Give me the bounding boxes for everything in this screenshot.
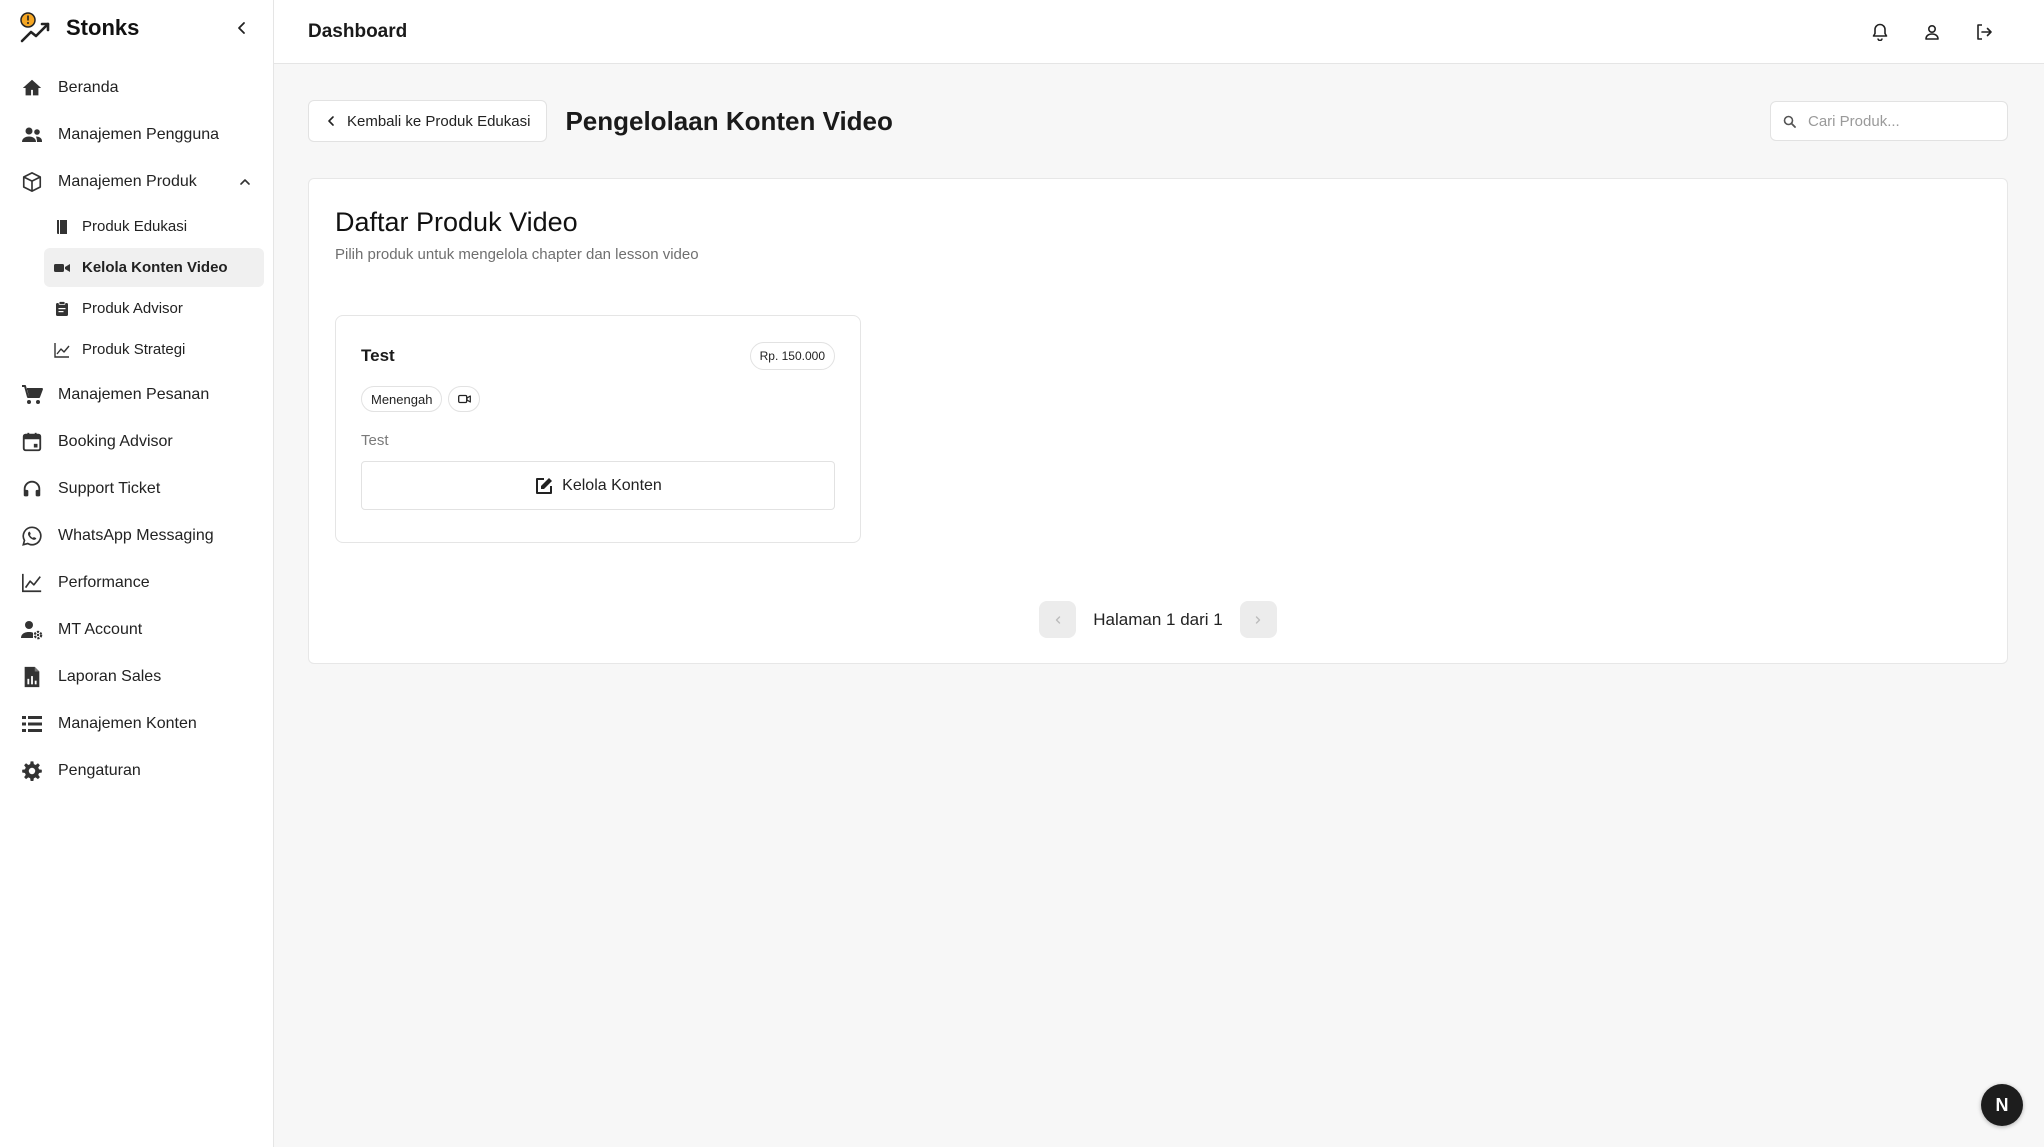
sidebar-item-manajemen-pengguna[interactable]: Manajemen Pengguna	[0, 111, 273, 158]
sidebar-subitem-label: Kelola Konten Video	[82, 259, 228, 276]
panel-subtitle: Pilih produk untuk mengelola chapter dan…	[335, 246, 699, 263]
sidebar-item-performance[interactable]: Performance	[0, 559, 273, 606]
previous-page-button[interactable]	[1039, 601, 1077, 638]
sidebar-item-support-ticket[interactable]: Support Ticket	[0, 465, 273, 512]
profile-button[interactable]	[1906, 12, 1958, 52]
calendar-icon	[20, 430, 44, 454]
panel-title: Daftar Produk Video	[335, 207, 578, 237]
sidebar-item-label: WhatsApp Messaging	[58, 526, 214, 544]
sidebar-subitem-kelola-konten-video[interactable]: Kelola Konten Video	[44, 248, 264, 287]
sidebar-subitem-produk-strategi[interactable]: Produk Strategi	[44, 330, 264, 369]
chevron-left-icon	[238, 22, 245, 34]
notification-button[interactable]	[1854, 12, 1906, 52]
sidebar-subitem-label: Produk Strategi	[82, 341, 186, 358]
sidebar-item-label: Laporan Sales	[58, 667, 162, 685]
user-icon	[1925, 24, 1939, 40]
sidebar-subitem-produk-advisor[interactable]: Produk Advisor	[44, 289, 264, 328]
chevron-right-icon	[1256, 615, 1261, 624]
chevron-left-icon	[1055, 615, 1060, 624]
cart-icon	[20, 383, 44, 407]
chevron-up-icon	[240, 178, 250, 185]
sidebar-item-manajemen-konten[interactable]: Manajemen Konten	[0, 700, 273, 747]
report-icon	[20, 665, 44, 689]
stonks-logo-icon	[20, 12, 50, 43]
page-title: Pengelolaan Konten Video	[565, 105, 893, 136]
list-icon	[20, 712, 44, 736]
video-type-badge	[448, 386, 481, 412]
search-input[interactable]	[1808, 112, 1995, 130]
chevron-left-icon	[325, 114, 339, 128]
sidebar-subitem-label: Produk Edukasi	[82, 218, 188, 235]
brand: Stonks	[0, 0, 273, 56]
sidebar-item-label: Manajemen Pengguna	[58, 125, 220, 143]
edit-icon	[534, 475, 556, 497]
sidebar-item-manajemen-produk[interactable]: Manajemen Produk	[0, 158, 273, 205]
sidebar-item-laporan-sales[interactable]: Laporan Sales	[0, 653, 273, 700]
next-dev-indicator-button[interactable]: N	[1981, 1084, 2023, 1126]
pagination: Halaman 1 dari 1	[309, 601, 2007, 638]
collapse-sidebar-button[interactable]	[229, 15, 255, 41]
next-page-button[interactable]	[1239, 601, 1277, 638]
sidebar-item-label: Support Ticket	[58, 479, 161, 497]
whatsapp-icon	[20, 524, 44, 548]
logout-button[interactable]	[1958, 12, 2010, 52]
sidebar-item-label: Beranda	[58, 78, 119, 96]
search-box	[1770, 101, 2008, 141]
sidebar-item-label: Manajemen Pesanan	[58, 385, 210, 403]
search-icon	[1783, 114, 1796, 128]
sidebar-item-manajemen-pesanan[interactable]: Manajemen Pesanan	[0, 371, 273, 418]
product-card: Test Rp. 150.000 Menengah Test Kelola Ko…	[335, 315, 861, 543]
header-title: Dashboard	[308, 20, 408, 42]
box-icon	[20, 170, 44, 194]
sidebar-item-label: Manajemen Produk	[58, 172, 197, 190]
product-description: Test	[361, 432, 389, 449]
video-product-panel: Daftar Produk Video Pilih produk untuk m…	[308, 178, 2008, 664]
bell-icon	[1872, 23, 1888, 41]
sidebar-item-label: Booking Advisor	[58, 432, 173, 450]
sidebar-item-label: MT Account	[58, 620, 143, 638]
sidebar-nav: Beranda Manajemen Pengguna Manajemen Pro…	[0, 56, 273, 794]
back-to-produk-edukasi-button[interactable]: Kembali ke Produk Edukasi	[308, 100, 548, 142]
chart-line-icon	[20, 571, 44, 595]
sidebar-item-beranda[interactable]: Beranda	[0, 64, 273, 111]
sidebar-subitem-produk-edukasi[interactable]: Produk Edukasi	[44, 207, 264, 246]
brand-name: Stonks	[66, 15, 140, 40]
product-name: Test	[361, 346, 395, 365]
sidebar-item-label: Performance	[58, 573, 150, 591]
sidebar-item-label: Manajemen Konten	[58, 714, 197, 732]
user-cog-icon	[20, 618, 44, 642]
level-badge: Menengah	[361, 386, 443, 412]
top-header: Dashboard	[274, 0, 2044, 64]
sidebar: Stonks Beranda Manajemen Pengguna Manaje…	[0, 0, 274, 1147]
sidebar-subitem-label: Produk Advisor	[82, 300, 183, 317]
sidebar-item-booking-advisor[interactable]: Booking Advisor	[0, 418, 273, 465]
headset-icon	[20, 477, 44, 501]
gear-icon	[20, 759, 44, 783]
back-button-label: Kembali ke Produk Edukasi	[347, 112, 531, 130]
clipboard-icon	[54, 300, 70, 317]
book-icon	[54, 219, 70, 235]
pagination-text: Halaman 1 dari 1	[1093, 609, 1223, 629]
video-icon	[54, 260, 70, 276]
sidebar-item-label: Pengaturan	[58, 761, 141, 779]
kelola-konten-label: Kelola Konten	[562, 476, 662, 494]
price-badge: Rp. 150.000	[749, 342, 835, 370]
home-icon	[20, 76, 44, 100]
video-icon	[458, 394, 471, 404]
product-tags: Menengah	[361, 386, 835, 412]
main-content: Kembali ke Produk Edukasi Pengelolaan Ko…	[308, 64, 2008, 664]
sidebar-item-mt-account[interactable]: MT Account	[0, 606, 273, 653]
sidebar-item-whatsapp-messaging[interactable]: WhatsApp Messaging	[0, 512, 273, 559]
page-toolbar: Kembali ke Produk Edukasi Pengelolaan Ko…	[308, 64, 2008, 178]
users-icon	[20, 123, 44, 147]
logout-icon	[1977, 23, 1992, 40]
sidebar-item-pengaturan[interactable]: Pengaturan	[0, 747, 273, 794]
product-card-header: Test Rp. 150.000	[361, 342, 835, 370]
chart-line-icon	[54, 342, 70, 358]
kelola-konten-button[interactable]: Kelola Konten	[361, 461, 835, 510]
